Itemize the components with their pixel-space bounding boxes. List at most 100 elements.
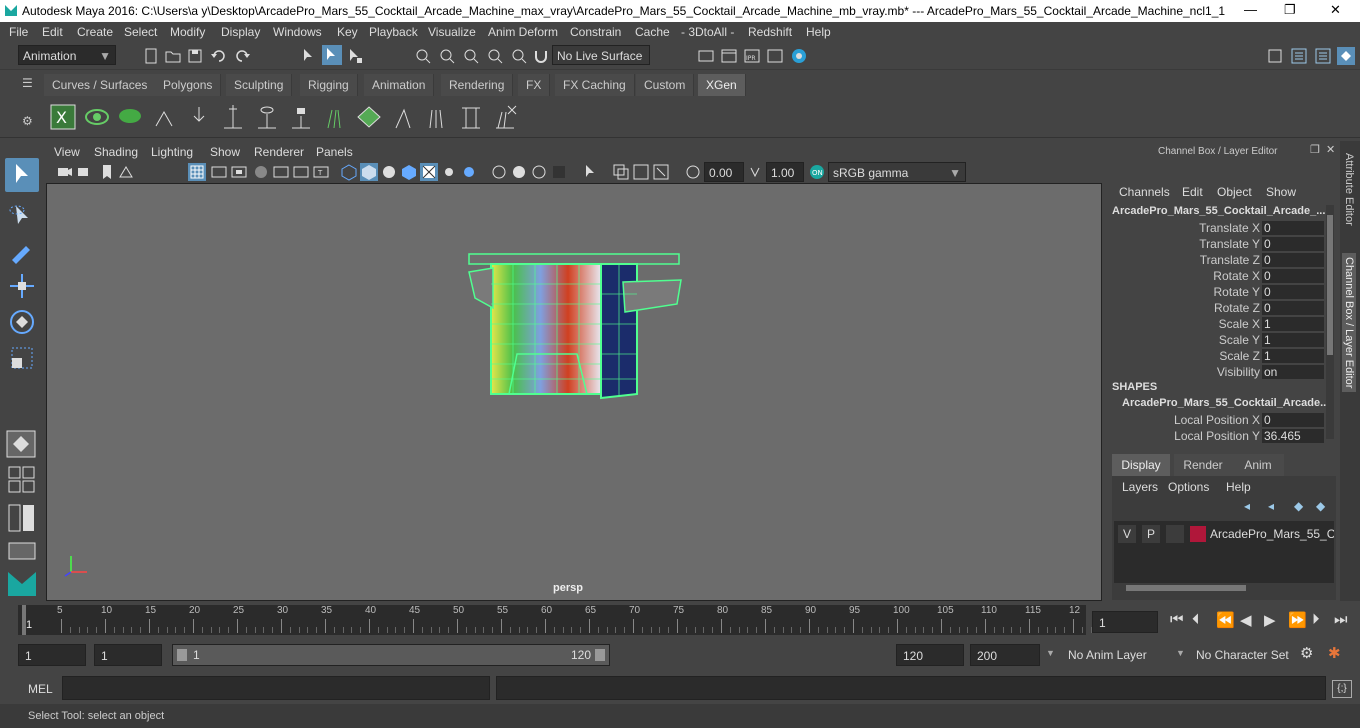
snap-point-icon[interactable] bbox=[462, 47, 480, 65]
shadows-icon[interactable] bbox=[460, 163, 478, 181]
render-settings-icon[interactable] bbox=[697, 47, 715, 65]
viewport-menu-renderer[interactable]: Renderer bbox=[254, 145, 304, 159]
lasso-tool-icon[interactable] bbox=[8, 202, 36, 230]
film-gate-icon[interactable] bbox=[210, 163, 228, 181]
layer-tab-display[interactable]: Display bbox=[1112, 454, 1170, 476]
channel-box-menu-object[interactable]: Object bbox=[1217, 185, 1252, 199]
command-language-label[interactable]: MEL bbox=[28, 682, 53, 696]
layer-name[interactable]: ArcadePro_Mars_55_Cocl bbox=[1210, 527, 1334, 541]
close-button[interactable]: ✕ bbox=[1330, 2, 1341, 18]
layer-menu-layers[interactable]: Layers bbox=[1122, 480, 1158, 494]
channel-row[interactable]: Local Position Y 36.465 bbox=[1104, 429, 1324, 445]
select-tool-icon[interactable] bbox=[5, 158, 39, 192]
channel-value-field[interactable]: 1 bbox=[1262, 317, 1324, 331]
channel-label[interactable]: Local Position Y bbox=[1174, 429, 1260, 443]
time-slider[interactable]: 5 10 15 20 25 30 35 40 45 50 55 60 65 70 75 80 85 90 95 100… bbox=[18, 605, 1110, 635]
menu-visualize[interactable]: Visualize bbox=[428, 25, 476, 39]
menu-select[interactable]: Select bbox=[124, 25, 157, 39]
menu-redshift[interactable]: Redshift bbox=[748, 25, 792, 39]
anim-layer-dropdown[interactable]: No Anim Layer bbox=[1062, 644, 1164, 666]
layer-move-down-icon[interactable]: ◂ bbox=[1268, 499, 1274, 513]
new-layer-selected-icon[interactable]: ◆ bbox=[1316, 499, 1325, 513]
menu-create[interactable]: Create bbox=[77, 25, 113, 39]
xgen-guide-add-icon[interactable] bbox=[152, 104, 178, 130]
safe-title-icon[interactable]: T bbox=[312, 163, 330, 181]
camera-lock-icon[interactable] bbox=[76, 163, 94, 181]
menu-cache[interactable]: Cache bbox=[635, 25, 670, 39]
menu-display[interactable]: Display bbox=[221, 25, 260, 39]
channel-row[interactable]: Rotate Y0 bbox=[1104, 285, 1324, 301]
exposure-field[interactable]: 0.00 bbox=[704, 162, 744, 182]
menu-modify[interactable]: Modify bbox=[170, 25, 205, 39]
character-set-dropdown[interactable]: No Character Set bbox=[1190, 644, 1290, 666]
range-slider[interactable]: 1 120 bbox=[172, 644, 610, 666]
wireframe-on-shaded-icon[interactable] bbox=[420, 163, 438, 181]
channel-label[interactable]: Visibility bbox=[1217, 365, 1260, 379]
select-hierarchy-icon[interactable] bbox=[300, 47, 318, 65]
channel-value-field[interactable]: 0 bbox=[1262, 301, 1324, 315]
current-frame-field[interactable]: 1 bbox=[1092, 611, 1158, 633]
channel-row[interactable]: Scale X1 bbox=[1104, 317, 1324, 333]
channel-row[interactable]: Translate Y0 bbox=[1104, 237, 1324, 253]
channel-value-field[interactable]: 0 bbox=[1262, 285, 1324, 299]
layer-horizontal-scrollbar[interactable] bbox=[1114, 583, 1334, 593]
layer-move-up-icon[interactable]: ◂ bbox=[1244, 499, 1250, 513]
ambient-occlusion-icon[interactable] bbox=[510, 163, 528, 181]
channel-value-field[interactable]: 1 bbox=[1262, 349, 1324, 363]
play-backwards-icon[interactable]: ◀ bbox=[1240, 611, 1252, 629]
channel-box-menu-edit[interactable]: Edit bbox=[1182, 185, 1203, 199]
channel-value-field[interactable]: on bbox=[1262, 365, 1324, 379]
animation-preferences-icon[interactable]: ✱ bbox=[1328, 644, 1348, 664]
xgen-editor-icon[interactable]: X bbox=[50, 104, 76, 130]
side-by-side-layout-icon[interactable] bbox=[8, 504, 36, 532]
scale-tool-icon[interactable] bbox=[8, 344, 36, 372]
gamma-field[interactable]: 1.00 bbox=[766, 162, 804, 182]
range-slider-end-handle[interactable] bbox=[595, 649, 605, 661]
xgen-preview-icon[interactable] bbox=[84, 104, 110, 130]
channel-row[interactable]: Rotate X0 bbox=[1104, 269, 1324, 285]
channel-box-scrollbar[interactable] bbox=[1326, 205, 1334, 439]
new-layer-icon[interactable]: ◆ bbox=[1294, 499, 1303, 513]
render-view-icon[interactable] bbox=[766, 47, 784, 65]
xgen-guide-move-icon[interactable] bbox=[186, 104, 212, 130]
color-management-icon[interactable]: ON bbox=[808, 163, 826, 181]
channel-row[interactable]: Rotate Z0 bbox=[1104, 301, 1324, 317]
maximize-button[interactable]: ❐ bbox=[1284, 2, 1296, 18]
tool-settings-icon[interactable] bbox=[1337, 47, 1355, 65]
snap-grid-icon[interactable] bbox=[414, 47, 432, 65]
snap-magnet-icon[interactable] bbox=[532, 47, 550, 65]
save-scene-icon[interactable] bbox=[186, 47, 204, 65]
menu-anim-deform[interactable]: Anim Deform bbox=[488, 25, 558, 39]
menu-key[interactable]: Key bbox=[337, 25, 358, 39]
layer-playback-toggle[interactable]: P bbox=[1142, 525, 1160, 543]
xgen-cut-icon[interactable] bbox=[390, 104, 416, 130]
hud-icon[interactable] bbox=[612, 163, 630, 181]
minimize-button[interactable]: — bbox=[1244, 2, 1257, 17]
smooth-shade-icon[interactable] bbox=[360, 163, 378, 181]
playback-end-field[interactable]: 120 bbox=[896, 644, 964, 666]
workspace-toggle-icon[interactable] bbox=[1290, 47, 1308, 65]
render-frame-icon[interactable] bbox=[720, 47, 738, 65]
xgen-delete-guides-icon[interactable] bbox=[492, 104, 518, 130]
xgen-groom-icon[interactable] bbox=[424, 104, 450, 130]
range-slider-start-handle[interactable] bbox=[177, 649, 187, 661]
channel-row[interactable]: Translate X0 bbox=[1104, 221, 1324, 237]
shelf-tab-sculpting[interactable]: Sculpting bbox=[226, 74, 293, 96]
xray-icon[interactable] bbox=[490, 163, 508, 181]
motion-blur-icon[interactable] bbox=[530, 163, 548, 181]
shelf-tab-fx[interactable]: FX bbox=[518, 74, 551, 96]
shelf-tab-animation[interactable]: Animation bbox=[364, 74, 435, 96]
colorspace-dropdown[interactable]: sRGB gamma ▼ bbox=[828, 162, 966, 182]
stacked-layout-icon[interactable] bbox=[8, 542, 36, 560]
resolution-gate-icon[interactable] bbox=[230, 163, 248, 181]
channel-value-field[interactable]: 0 bbox=[1262, 221, 1324, 235]
channel-value-field[interactable]: 1 bbox=[1262, 333, 1324, 347]
frame-all-icon[interactable] bbox=[632, 163, 650, 181]
paint-select-tool-icon[interactable] bbox=[8, 236, 36, 264]
xgen-grid-icon[interactable] bbox=[356, 104, 382, 130]
new-scene-icon[interactable] bbox=[142, 47, 160, 65]
shape-name[interactable]: ArcadePro_Mars_55_Cocktail_Arcade... bbox=[1122, 397, 1329, 409]
undo-icon[interactable] bbox=[210, 47, 228, 65]
close-panel-icon[interactable]: ✕ bbox=[1326, 143, 1335, 156]
field-chart-icon[interactable] bbox=[272, 163, 290, 181]
